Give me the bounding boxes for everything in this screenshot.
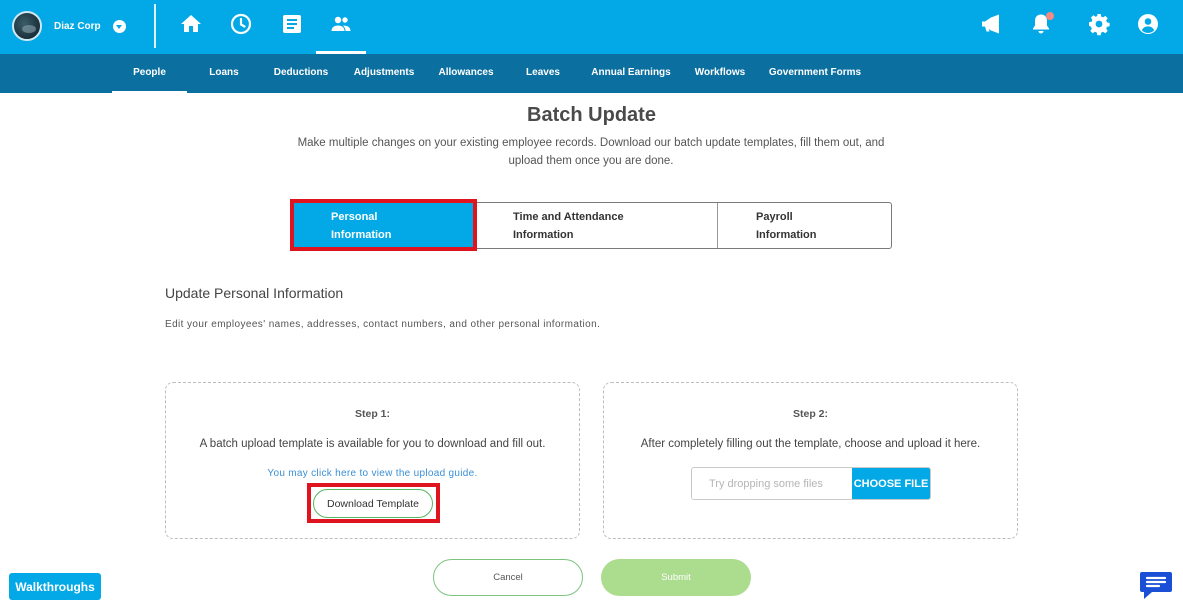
section-description: Edit your employees' names, addresses, c…: [165, 319, 601, 330]
home-icon[interactable]: [179, 12, 203, 36]
upload-guide-link[interactable]: You may click here to view the upload gu…: [166, 468, 579, 479]
subnav-item-deductions[interactable]: Deductions: [268, 54, 334, 93]
step2-label: Step 2:: [792, 408, 828, 420]
cancel-button[interactable]: Cancel: [433, 559, 583, 596]
top-bar: Diaz Corp: [0, 0, 1183, 54]
choose-file-button[interactable]: CHOOSE FILE: [852, 468, 930, 499]
tab-time-and-attendance-information[interactable]: Time and Attendance Information: [476, 203, 718, 248]
clock-icon[interactable]: [229, 12, 253, 36]
subnav-item-adjustments[interactable]: Adjustments: [350, 54, 418, 93]
page-description: Make multiple changes on your existing e…: [297, 137, 885, 167]
gear-icon[interactable]: [1087, 12, 1111, 36]
notification-dot: [1046, 12, 1054, 20]
section-title: Update Personal Information: [165, 285, 344, 301]
document-icon[interactable]: [280, 12, 304, 36]
company-logo: [12, 11, 42, 41]
subnav-item-workflows[interactable]: Workflows: [690, 54, 750, 93]
subnav-item-loans[interactable]: Loans: [200, 54, 248, 93]
batch-type-tabs: Personal Information Time and Attendance…: [293, 202, 892, 249]
tab-payroll-information[interactable]: Payroll Information: [718, 203, 891, 248]
chevron-down-icon[interactable]: [112, 19, 126, 33]
page-title: Batch Update: [527, 104, 656, 126]
walkthroughs-button[interactable]: Walkthroughs: [9, 573, 101, 600]
step1-text: A batch upload template is available for…: [199, 438, 546, 450]
file-dropzone[interactable]: CHOOSE FILE: [691, 467, 931, 500]
chat-icon[interactable]: [1138, 566, 1174, 602]
subnav-item-leaves[interactable]: Leaves: [520, 54, 566, 93]
sub-navigation: People Loans Deductions Adjustments Allo…: [0, 54, 1183, 93]
step2-text: After completely filling out the templat…: [640, 438, 981, 450]
subnav-item-people[interactable]: People: [112, 54, 187, 93]
divider: [154, 4, 156, 48]
subnav-item-annual-earnings[interactable]: Annual Earnings: [587, 54, 675, 93]
step1-card: Step 1: A batch upload template is avail…: [165, 382, 580, 539]
step2-card: Step 2: After completely filling out the…: [603, 382, 1018, 539]
subnav-item-allowances[interactable]: Allowances: [434, 54, 498, 93]
file-drop-input[interactable]: [692, 468, 852, 499]
people-icon[interactable]: [329, 12, 353, 36]
step1-label: Step 1:: [354, 408, 390, 420]
company-switcher[interactable]: Diaz Corp: [12, 11, 126, 41]
download-template-button[interactable]: Download Template: [313, 489, 433, 518]
submit-button[interactable]: Submit: [601, 559, 751, 596]
user-icon[interactable]: [1136, 12, 1160, 36]
subnav-item-government-forms[interactable]: Government Forms: [767, 54, 863, 93]
megaphone-icon[interactable]: [979, 12, 1003, 36]
company-name: Diaz Corp: [54, 20, 101, 32]
tab-personal-information[interactable]: Personal Information: [294, 203, 476, 248]
